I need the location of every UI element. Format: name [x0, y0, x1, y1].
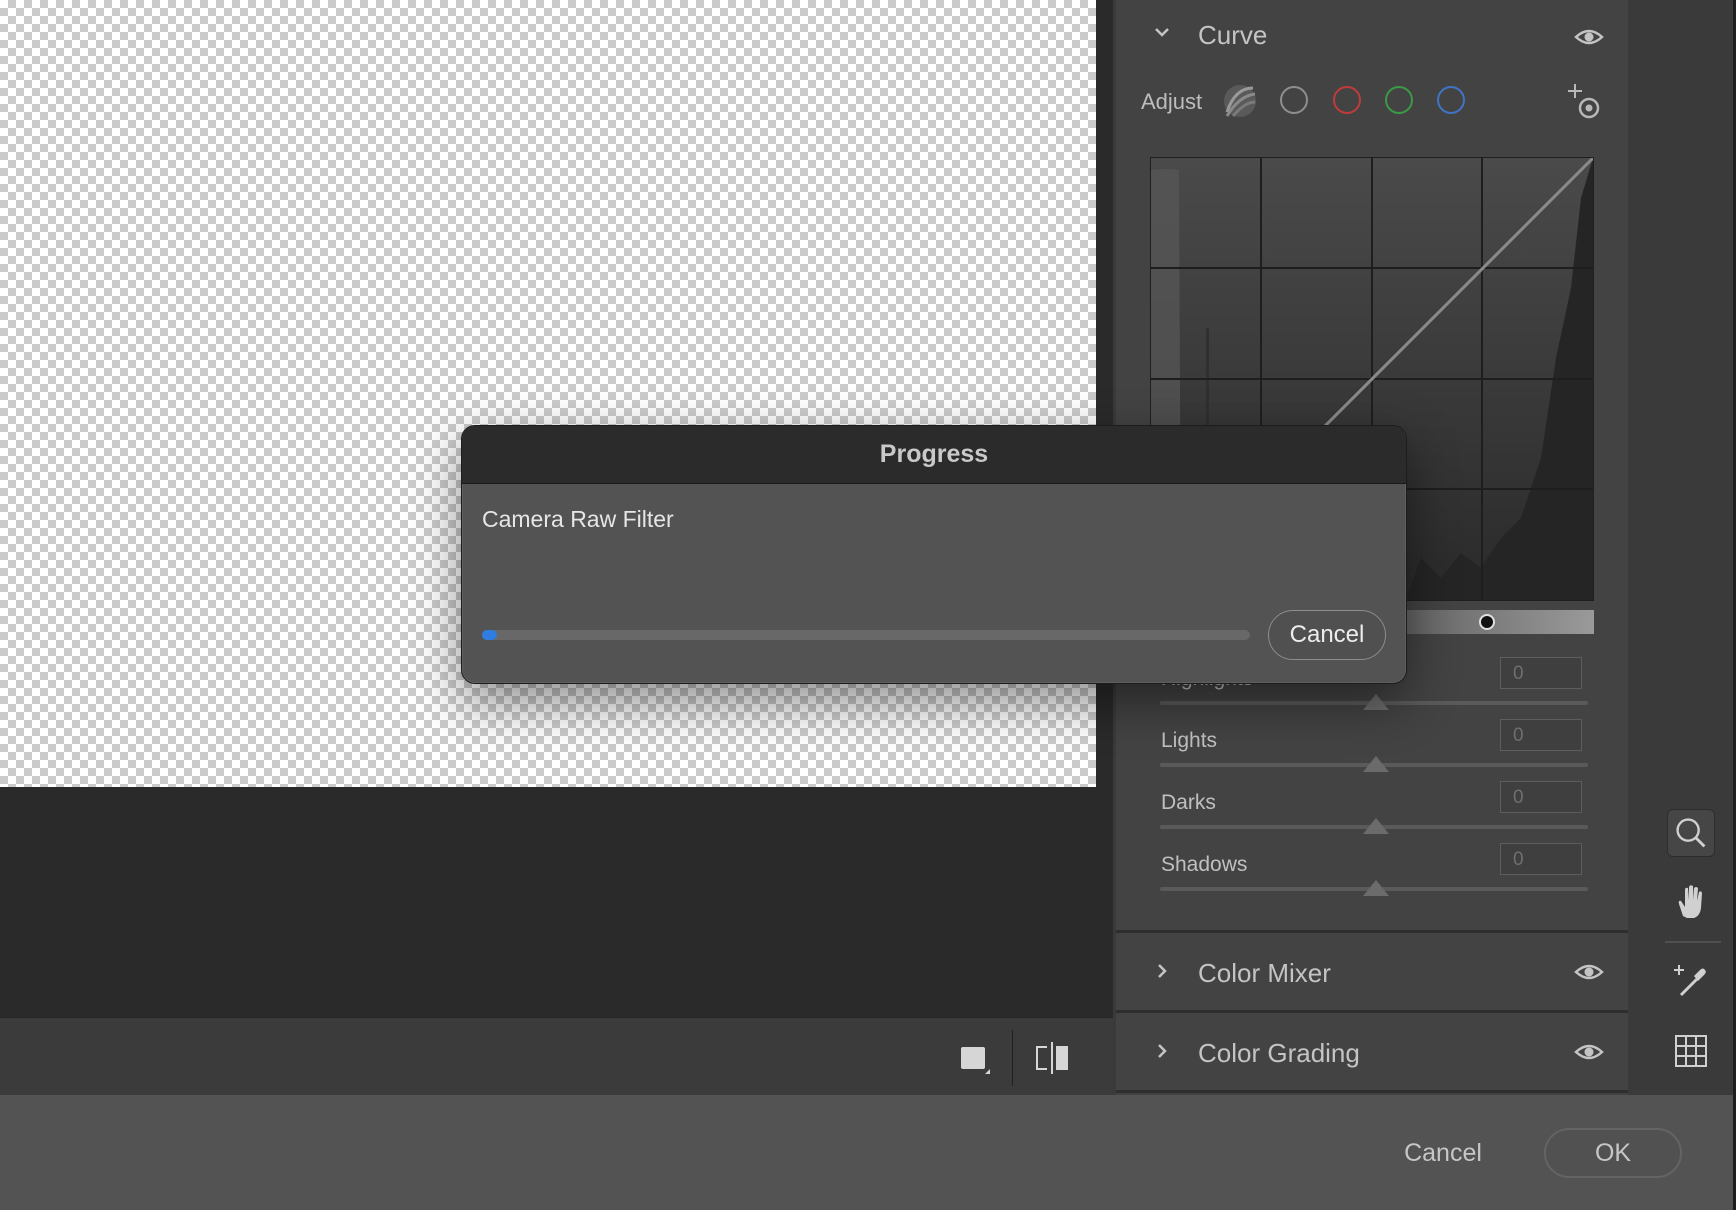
tool-divider	[1665, 941, 1721, 943]
lights-label: Lights	[1161, 729, 1218, 752]
targeted-adjustment-icon[interactable]	[1563, 82, 1603, 122]
chevron-right-icon[interactable]	[1154, 1043, 1170, 1059]
toolbar-divider	[1012, 1030, 1013, 1086]
highlights-slider-thumb[interactable]	[1363, 694, 1389, 710]
progress-bar	[482, 630, 1250, 640]
dialog-footer: Cancel OK	[0, 1095, 1733, 1210]
before-after-icon[interactable]	[1033, 1038, 1073, 1078]
curve-section-title: Curve	[1198, 20, 1268, 50]
zoom-icon[interactable]	[1667, 809, 1715, 857]
lights-slider-thumb[interactable]	[1363, 756, 1389, 772]
green-channel-button[interactable]	[1385, 86, 1413, 114]
adjust-label: Adjust	[1141, 89, 1203, 114]
tool-strip	[1655, 0, 1736, 1095]
red-channel-button[interactable]	[1333, 86, 1361, 114]
eye-icon[interactable]	[1574, 959, 1604, 985]
progress-dialog: Progress Camera Raw Filter Cancel	[461, 425, 1407, 684]
luminance-channel-button[interactable]	[1280, 86, 1308, 114]
color-sampler-icon[interactable]	[1667, 957, 1715, 1005]
panel-scrollbar[interactable]	[1628, 0, 1638, 1095]
blue-channel-button[interactable]	[1437, 86, 1465, 114]
color-mixer-header[interactable]: Color Mixer	[1116, 933, 1628, 1007]
color-mixer-title: Color Mixer	[1198, 958, 1331, 988]
curve-section-header[interactable]: Curve	[1116, 0, 1628, 74]
ok-button[interactable]: OK	[1544, 1128, 1682, 1178]
single-view-icon[interactable]	[955, 1038, 995, 1078]
chevron-down-icon[interactable]	[1154, 24, 1170, 40]
shadows-label: Shadows	[1161, 853, 1248, 876]
darks-label: Darks	[1161, 791, 1216, 814]
color-grading-header[interactable]: Color Grading	[1116, 1013, 1628, 1087]
grid-icon[interactable]	[1667, 1027, 1715, 1075]
parametric-curve-icon[interactable]	[1221, 82, 1259, 120]
shadows-value-field[interactable]: 0	[1500, 843, 1582, 875]
hand-icon[interactable]	[1667, 878, 1715, 926]
preview-toolbar	[0, 1017, 1113, 1097]
color-grading-section[interactable]: Color Grading	[1116, 1013, 1628, 1093]
darks-value-field[interactable]: 0	[1500, 781, 1582, 813]
progress-bar-fill	[482, 630, 497, 640]
lights-value-field[interactable]: 0	[1500, 719, 1582, 751]
highlights-value-field[interactable]: 0	[1500, 657, 1582, 689]
cancel-button[interactable]: Cancel	[1376, 1128, 1510, 1178]
progress-message: Camera Raw Filter	[482, 506, 674, 532]
dialog-title: Progress	[879, 440, 989, 468]
eye-icon[interactable]	[1574, 24, 1604, 50]
darks-slider-thumb[interactable]	[1363, 818, 1389, 834]
chevron-right-icon[interactable]	[1154, 963, 1170, 979]
dialog-titlebar: Progress	[462, 426, 1406, 484]
shadows-slider-row: Shadows 0	[1116, 843, 1628, 915]
color-grading-title: Color Grading	[1198, 1038, 1360, 1068]
curve-range-handle[interactable]	[1479, 614, 1495, 630]
color-mixer-section[interactable]: Color Mixer	[1116, 933, 1628, 1013]
progress-cancel-button[interactable]: Cancel	[1268, 610, 1386, 660]
shadows-slider-thumb[interactable]	[1363, 880, 1389, 896]
eye-icon[interactable]	[1574, 1039, 1604, 1065]
